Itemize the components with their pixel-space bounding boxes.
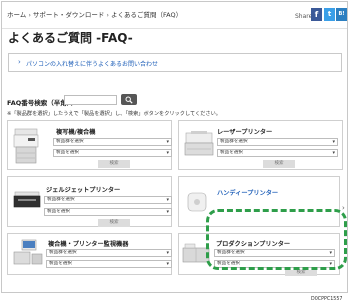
- geljet-printer-image: [13, 191, 41, 208]
- search-icon: [125, 96, 133, 104]
- chevron-down-icon: ▾: [332, 139, 335, 145]
- category-title-handy-printer[interactable]: ハンディープリンター: [217, 188, 278, 197]
- instruction-text: ※「製品群を選択」したうえで「製品を選択」し、「検索」ボタンをクリックしてくださ…: [7, 111, 221, 117]
- select-value: 製品を選択: [47, 209, 70, 214]
- category-title-monitoring-device: 複合機・プリンター監視機器: [48, 241, 129, 248]
- monitoring-device-image: [13, 239, 43, 265]
- chevron-down-icon: ▾: [166, 261, 169, 267]
- breadcrumb-separator: ›: [106, 11, 110, 19]
- facebook-share-button[interactable]: f: [311, 8, 322, 21]
- faq-number-input[interactable]: [64, 95, 117, 105]
- select-value: 製品を選択: [220, 150, 243, 155]
- faq-search-button[interactable]: [121, 94, 137, 105]
- handy-printer-image: [187, 192, 207, 212]
- product-group-select-copier[interactable]: 製品群を選択 ▾: [53, 138, 172, 146]
- category-card-copier: 複写機/複合機 製品群を選択 ▾ 製品を選択 ▾ 検索: [7, 120, 172, 170]
- category-title-laser-printer: レーザープリンター: [217, 129, 273, 136]
- chevron-down-icon: ▾: [166, 197, 169, 203]
- notice-link[interactable]: パソコンの入れ替えに伴うよくあるお問い合わせ: [26, 59, 158, 68]
- product-group-select-monitoring[interactable]: 製品群を選択 ▾: [46, 249, 172, 257]
- product-select-monitoring[interactable]: 製品を選択 ▾: [46, 260, 172, 268]
- breadcrumb-support[interactable]: サポート・ダウンロード: [33, 11, 105, 19]
- breadcrumb-home[interactable]: ホーム: [7, 11, 26, 19]
- chevron-right-icon: ›: [18, 58, 21, 66]
- select-value: 製品群を選択: [49, 250, 77, 255]
- laser-printer-image: [184, 131, 214, 156]
- chevron-down-icon: ▾: [332, 150, 335, 156]
- select-value: 製品を選択: [56, 150, 79, 155]
- search-button-laser[interactable]: 検索: [263, 160, 295, 168]
- search-button-geljet[interactable]: 検索: [98, 219, 130, 227]
- search-button-production[interactable]: 検索: [285, 270, 317, 276]
- search-button-copier[interactable]: 検索: [98, 160, 130, 168]
- product-select-geljet[interactable]: 製品を選択 ▾: [44, 208, 172, 216]
- highlight-marker: [206, 209, 347, 270]
- select-value: 製品群を選択: [47, 197, 75, 202]
- select-value: 製品群を選択: [220, 139, 248, 144]
- notice-box: › パソコンの入れ替えに伴うよくあるお問い合わせ: [8, 53, 342, 72]
- chevron-down-icon: ▾: [166, 150, 169, 156]
- chevron-down-icon: ▾: [166, 139, 169, 145]
- breadcrumb-separator: ›: [28, 11, 31, 19]
- select-value: 製品を選択: [49, 261, 72, 266]
- category-card-geljet-printer: ジェルジェットプリンター 製品群を選択 ▾ 製品を選択 ▾ 検索: [7, 176, 172, 227]
- figure-code: D0CPPC1557: [311, 297, 343, 302]
- twitter-share-button[interactable]: t: [324, 8, 335, 21]
- category-title-copier: 複写機/複合機: [56, 129, 96, 136]
- page-title: よくあるご質問 -FAQ-: [8, 31, 133, 45]
- category-card-monitoring-device: 複合機・プリンター監視機器 製品群を選択 ▾ 製品を選択 ▾: [7, 233, 172, 275]
- product-group-select-laser[interactable]: 製品群を選択 ▾: [217, 138, 338, 146]
- select-value: 製品群を選択: [56, 139, 84, 144]
- chevron-down-icon: ▾: [166, 250, 169, 256]
- product-select-laser[interactable]: 製品を選択 ▾: [217, 149, 338, 157]
- product-select-copier[interactable]: 製品を選択 ▾: [53, 149, 172, 157]
- top-bar: ホーム › サポート・ダウンロード › よくあるご質問（FAQ） Share f t B…: [2, 2, 347, 29]
- breadcrumb-current: よくあるご質問（FAQ）: [111, 11, 183, 19]
- copier-image: [13, 128, 39, 164]
- hatena-bookmark-button[interactable]: B!: [336, 8, 347, 21]
- product-group-select-geljet[interactable]: 製品群を選択 ▾: [44, 196, 172, 204]
- category-card-laser-printer: レーザープリンター 製品群を選択 ▾ 製品を選択 ▾ 検索: [178, 120, 343, 170]
- share-label: Share: [295, 13, 313, 20]
- breadcrumb: ホーム › サポート・ダウンロード › よくあるご質問（FAQ）: [7, 9, 182, 19]
- chevron-down-icon: ▾: [166, 209, 169, 215]
- category-title-geljet-printer: ジェルジェットプリンター: [46, 187, 121, 194]
